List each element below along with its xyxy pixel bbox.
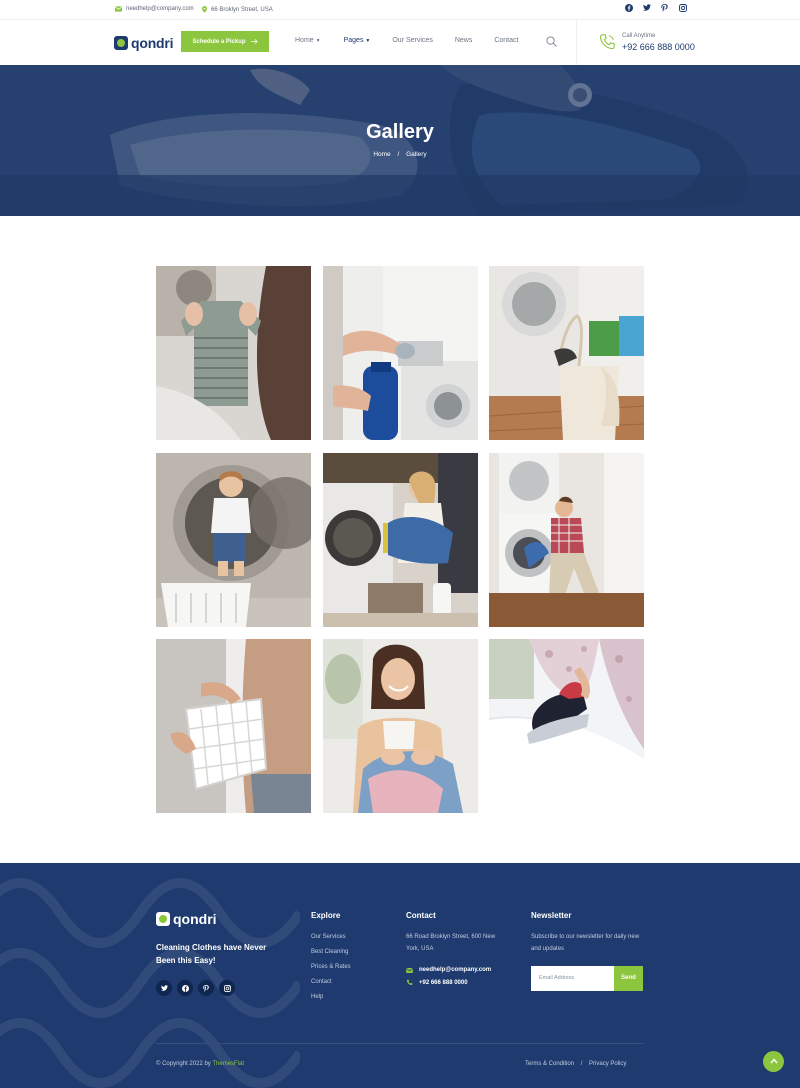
gallery-image — [323, 266, 478, 440]
gallery-item[interactable] — [156, 266, 311, 440]
footer-email[interactable]: needhelp@company.com — [406, 967, 491, 973]
call-phone-number[interactable]: +92 666 888 0000 — [622, 42, 695, 52]
legal-separator: / — [580, 1061, 583, 1067]
copyright-text: © Copyright 2022 by — [156, 1061, 211, 1067]
copyright: © Copyright 2022 by ThemesFlat — [156, 1061, 244, 1067]
facebook-icon[interactable] — [177, 980, 193, 996]
footer-link[interactable]: Help — [311, 994, 323, 1000]
phone-icon — [599, 34, 615, 50]
gallery-image — [489, 453, 644, 627]
pinterest-icon[interactable] — [198, 980, 214, 996]
chevron-down-icon: ▼ — [365, 38, 371, 44]
footer-phone-text: +92 666 888 0000 — [419, 979, 468, 986]
header-divider — [576, 20, 577, 65]
privacy-link[interactable]: Privacy Policy — [589, 1061, 626, 1067]
menu-item-contact[interactable]: Contact — [494, 37, 518, 44]
footer-contact-title: Contact — [406, 911, 436, 920]
facebook-icon[interactable] — [624, 4, 633, 13]
instagram-icon[interactable] — [219, 980, 235, 996]
footer-address: 66 Road Broklyn Street, 600 New York, US… — [406, 934, 496, 952]
search-icon[interactable] — [546, 36, 557, 47]
terms-link[interactable]: Terms & Condition — [525, 1061, 574, 1067]
topbar-email-text: needhelp@company.com — [126, 6, 194, 12]
menu-item-home[interactable]: Home ▼ — [295, 37, 321, 44]
footer-logo[interactable]: qondri — [156, 911, 217, 927]
menu-item-pages[interactable]: Pages ▼ — [344, 37, 371, 44]
pinterest-icon[interactable] — [660, 4, 669, 13]
newsletter-email-input[interactable]: Email Address — [531, 966, 614, 991]
site-logo[interactable]: qondri — [114, 35, 174, 51]
gallery-item[interactable] — [323, 266, 478, 440]
breadcrumb: Home / Gallery — [0, 151, 800, 158]
menu-item-services[interactable]: Our Services — [392, 37, 432, 44]
newsletter-text: Subscribe to our newsletter for daily ne… — [531, 934, 640, 952]
top-bar: needhelp@company.com 66 Broklyn Street, … — [0, 0, 800, 20]
menu-item-news[interactable]: News — [455, 37, 473, 44]
gallery-item[interactable] — [489, 639, 644, 813]
gallery-item[interactable] — [323, 453, 478, 627]
footer-link[interactable]: Prices & Rates — [311, 964, 351, 970]
arrow-right-icon — [250, 39, 258, 44]
page-title: Gallery — [366, 121, 434, 143]
footer-explore-title: Explore — [311, 911, 341, 920]
footer-link[interactable]: Contact — [311, 979, 332, 985]
breadcrumb-current: Gallery — [406, 151, 427, 158]
gallery-image — [156, 453, 311, 627]
footer-link[interactable]: Best Cleaning — [311, 949, 348, 955]
footer-tagline: Cleaning Clothes have Never Been this Ea… — [156, 943, 267, 965]
footer-divider — [156, 1043, 644, 1044]
gallery-item[interactable] — [489, 453, 644, 627]
topbar-address: 66 Broklyn Street, USA — [202, 6, 273, 13]
gallery-image — [489, 639, 644, 813]
footer-link[interactable]: Our Services — [311, 934, 346, 940]
topbar-email[interactable]: needhelp@company.com — [115, 6, 194, 12]
gallery-item[interactable] — [489, 266, 644, 440]
gallery-image — [323, 639, 478, 813]
instagram-icon[interactable] — [678, 4, 687, 13]
schedule-pickup-label: Schedule a Pickup — [192, 38, 246, 45]
chevron-down-icon: ▼ — [315, 38, 321, 44]
site-footer — [0, 863, 800, 1088]
main-menu: Home ▼ Pages ▼ Our Services News Contact — [295, 37, 518, 44]
newsletter-send-button[interactable]: Send — [614, 966, 643, 991]
topbar-socials — [624, 4, 687, 13]
footer-pattern — [0, 878, 300, 1088]
envelope-icon — [115, 6, 122, 12]
map-pin-icon — [202, 6, 207, 13]
twitter-icon[interactable] — [156, 980, 172, 996]
footer-newsletter-title: Newsletter — [531, 911, 572, 920]
logo-mark-icon — [114, 36, 128, 50]
phone-icon — [406, 979, 413, 986]
copyright-brand-link[interactable]: ThemesFlat — [212, 1061, 244, 1067]
gallery-image — [323, 453, 478, 627]
gallery-image — [489, 266, 644, 440]
breadcrumb-separator: / — [397, 151, 400, 158]
gallery-item[interactable] — [156, 453, 311, 627]
logo-mark-icon — [156, 912, 170, 926]
menu-item-pages-label: Pages — [343, 37, 364, 44]
breadcrumb-home[interactable]: Home — [373, 151, 390, 158]
legal-links: Terms & Condition / Privacy Policy — [525, 1061, 626, 1067]
footer-logo-text: qondri — [173, 911, 217, 927]
gallery-item[interactable] — [323, 639, 478, 813]
gallery-image — [156, 266, 311, 440]
gallery-item[interactable] — [156, 639, 311, 813]
scroll-to-top-button[interactable] — [763, 1051, 784, 1072]
footer-phone[interactable]: +92 666 888 0000 — [406, 979, 468, 986]
gallery-image — [156, 639, 311, 813]
menu-item-home-label: Home — [295, 37, 314, 44]
call-anytime-label: Call Anytime — [622, 33, 656, 39]
topbar-address-text: 66 Broklyn Street, USA — [211, 6, 273, 13]
twitter-icon[interactable] — [642, 4, 651, 13]
envelope-icon — [406, 967, 413, 973]
page-hero: Gallery Home / Gallery — [0, 65, 800, 216]
schedule-pickup-button[interactable]: Schedule a Pickup — [181, 31, 269, 52]
chevron-up-icon — [769, 1058, 778, 1064]
footer-email-text: needhelp@company.com — [419, 967, 492, 973]
logo-text: qondri — [131, 35, 174, 51]
